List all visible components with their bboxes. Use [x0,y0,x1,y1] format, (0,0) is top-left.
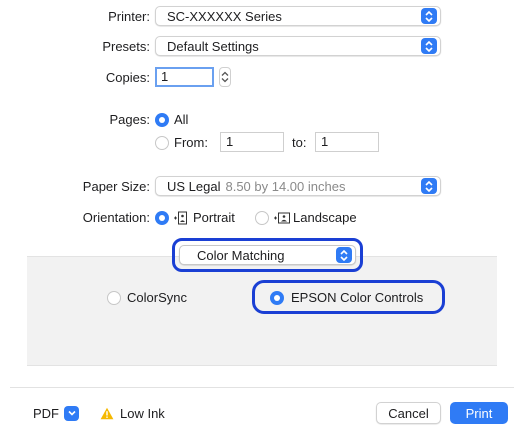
printer-label: Printer: [108,9,150,24]
landscape-icon [274,212,290,224]
orientation-portrait-label: Portrait [193,210,235,225]
copies-value: 1 [161,69,169,84]
presets-value: Default Settings [167,38,259,54]
pages-from-value: 1 [226,134,234,149]
pages-from-label: From: [174,135,208,150]
presets-label: Presets: [102,39,150,54]
stepper-arrows-icon [221,71,229,83]
copies-stepper[interactable] [219,67,231,87]
pages-to-value: 1 [321,134,329,149]
orientation-landscape-label: Landscape [293,210,357,225]
paper-size-label: Paper Size: [82,179,150,194]
section-popup[interactable]: Color Matching [179,245,356,265]
presets-popup[interactable]: Default Settings [155,36,441,56]
pdf-label: PDF [33,405,59,421]
chevron-down-icon [64,405,79,421]
footer-divider [10,387,514,388]
warning-icon [100,407,114,420]
low-ink-label: Low Ink [120,406,165,421]
paper-size-name: US Legal [167,178,221,194]
pages-from-field[interactable]: 1 [220,132,284,152]
orientation-landscape-radio[interactable] [255,211,269,225]
pages-label: Pages: [109,112,150,127]
cancel-label: Cancel [388,405,429,421]
pages-all-radio[interactable] [155,113,169,127]
print-button[interactable]: Print [450,402,508,424]
section-popup-value: Color Matching [197,247,285,263]
paper-size-popup[interactable]: US Legal 8.50 by 14.00 inches [155,176,441,196]
pages-to-field[interactable]: 1 [315,132,379,152]
copies-field[interactable]: 1 [155,67,214,87]
colorsync-label: ColorSync [127,290,187,305]
chevron-updown-icon [421,38,437,54]
portrait-icon [174,211,187,225]
pages-to-label: to: [292,135,307,150]
printer-popup[interactable]: SC-XXXXXX Series [155,6,441,26]
paper-size-dimensions: 8.50 by 14.00 inches [225,178,346,194]
orientation-label: Orientation: [82,210,150,225]
orientation-portrait-radio[interactable] [155,211,169,225]
chevron-updown-icon [421,178,437,194]
chevron-updown-icon [336,247,352,263]
print-label: Print [465,405,493,421]
pages-all-label: All [174,112,189,127]
pages-range-radio[interactable] [155,136,169,150]
epson-color-controls-label: EPSON Color Controls [291,290,424,305]
colorsync-radio[interactable] [107,291,121,305]
chevron-updown-icon [421,8,437,24]
cancel-button[interactable]: Cancel [376,402,441,424]
printer-value: SC-XXXXXX Series [167,8,282,24]
pdf-menu-button[interactable]: PDF [33,402,79,424]
epson-color-controls-radio[interactable] [270,291,284,305]
copies-label: Copies: [105,70,150,85]
